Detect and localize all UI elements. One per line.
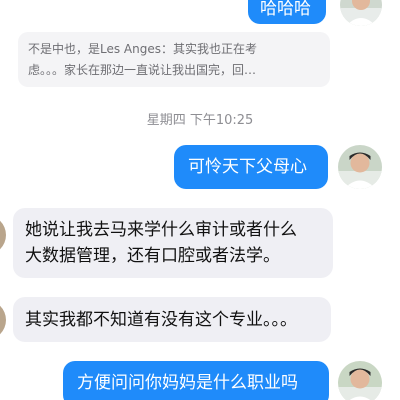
quoted-reply-line: 虑。。。家长在那边一直说让我出国完，回… [28, 63, 257, 77]
message-timestamp: 星期四 下午10:25 [146, 113, 254, 128]
message-text: 哈哈哈 [260, 0, 311, 19]
message-bubble-incoming[interactable]: 其实我都不知道有没有这个专业。。。 [13, 297, 331, 342]
user-avatar-icon[interactable] [338, 361, 382, 400]
quoted-reply[interactable]: 不是中也，是Les Anges：其实我也正在考 虑。。。家长在那边一直说让我出国… [18, 32, 330, 87]
message-text: 方便问问你妈妈是什么职业吗 [77, 373, 298, 393]
message-text-line: 她说让我去马来学什么审计或者什么 [25, 220, 297, 240]
chat-screen: 哈哈哈 不是中也，是Les Anges：其实我也正在考 虑。。。家长在那边一直说… [0, 0, 400, 400]
contact-avatar-icon[interactable] [0, 215, 6, 255]
message-bubble-outgoing[interactable]: 哈哈哈 [248, 0, 326, 24]
message-text: 其实我都不知道有没有这个专业。。。 [25, 310, 297, 330]
message-text-line: 大数据管理，还有口腔或者法学。 [25, 246, 280, 266]
message-bubble-incoming[interactable]: 她说让我去马来学什么审计或者什么 大数据管理，还有口腔或者法学。 [13, 208, 333, 278]
contact-avatar-icon[interactable] [0, 300, 6, 340]
message-bubble-outgoing[interactable]: 方便问问你妈妈是什么职业吗 [63, 361, 329, 400]
message-text: 可怜天下父母心 [188, 157, 307, 177]
user-avatar-icon[interactable] [338, 145, 382, 189]
quoted-reply-line: 不是中也，是Les Anges：其实我也正在考 [28, 42, 257, 56]
message-bubble-outgoing[interactable]: 可怜天下父母心 [174, 145, 328, 189]
user-avatar-icon[interactable] [340, 0, 382, 26]
